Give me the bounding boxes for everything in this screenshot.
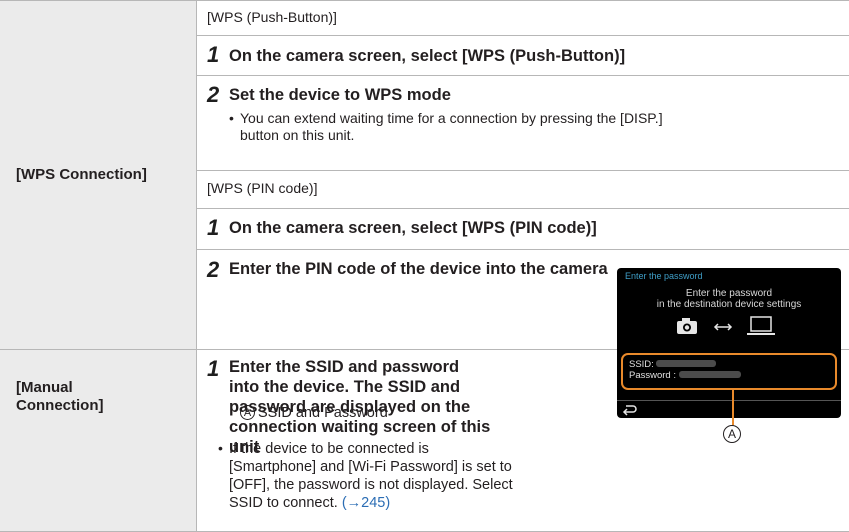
bullet-marker: • [229,110,234,126]
pin-code-heading: [WPS (PIN code)] [207,180,318,196]
row-divider [197,75,849,76]
step-number: 2 [207,82,220,107]
step-text: On the camera screen, select [WPS (PIN c… [229,219,597,237]
wps-connection-label: [WPS Connection] [16,166,147,183]
manual-connection-label: [Manual Connection] [16,379,104,414]
step-number: 1 [207,356,220,381]
step-text: Enter the PIN code of the device into th… [229,260,608,278]
step-number: 1 [207,215,220,240]
circled-a-icon: A [240,405,255,420]
arrow-both-icon [713,323,733,331]
row-divider [197,170,849,171]
push-button-heading: [WPS (Push-Button)] [207,9,337,25]
screen-message: Enter the password in the destination de… [656,288,802,310]
annotation-legend: A SSID and Password [240,405,388,422]
table-top-border [0,0,849,1]
row-divider [197,249,849,250]
manual-label-cell [0,349,197,532]
callout-a-icon: A [723,425,741,443]
return-icon [622,405,637,416]
callout-leader-line [732,390,734,425]
step-number: 2 [207,257,220,282]
manual-bullet-text: If the device to be connected is [Smartp… [229,441,513,511]
camera-icon [677,318,697,334]
step-number: 1 [207,42,220,67]
bullet-note: You can extend waiting time for a connec… [240,110,663,143]
row-divider [197,208,849,209]
screen-footer-divider [617,400,841,401]
camera-screen-illustration: Enter the password Enter the password in… [617,268,841,418]
laptop-icon [747,316,775,335]
screen-title: Enter the password [625,271,703,281]
bullet-marker: • [218,440,223,456]
credentials-highlight [621,353,837,390]
page-reference-link[interactable]: (→245) [342,495,390,511]
step-text: On the camera screen, select [WPS (Push-… [229,47,626,65]
step-text: Set the device to WPS mode [229,86,451,104]
connection-icons [677,316,775,335]
row-divider [197,35,849,36]
